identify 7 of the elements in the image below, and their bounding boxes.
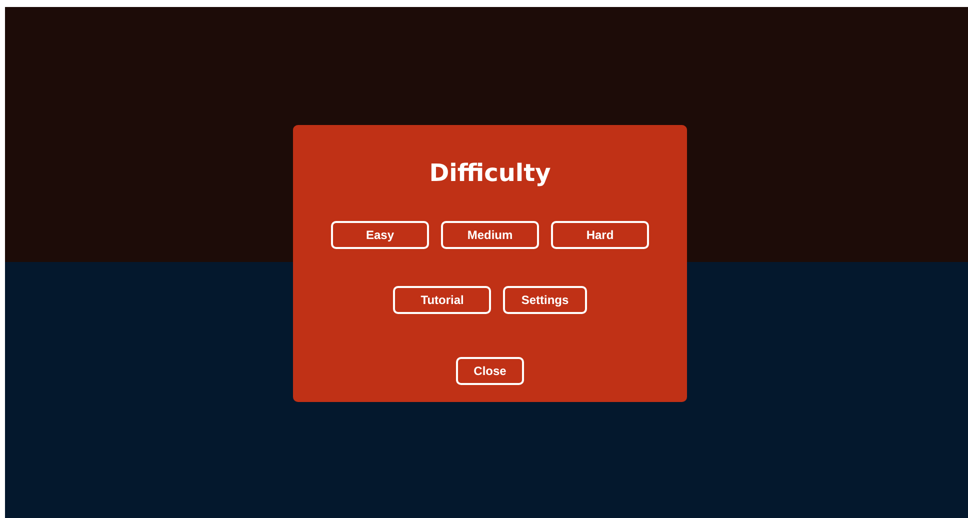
dialog-button[interactable]: Tutorial xyxy=(393,286,492,314)
dialog-button[interactable]: Close xyxy=(456,357,524,385)
dialog-button[interactable]: Hard xyxy=(551,221,649,249)
dialog-button[interactable]: Settings xyxy=(503,286,587,314)
dialog-title: Difficulty xyxy=(429,158,551,188)
dialog-button[interactable]: Medium xyxy=(441,221,539,249)
dialog-button[interactable]: Easy xyxy=(331,221,429,249)
